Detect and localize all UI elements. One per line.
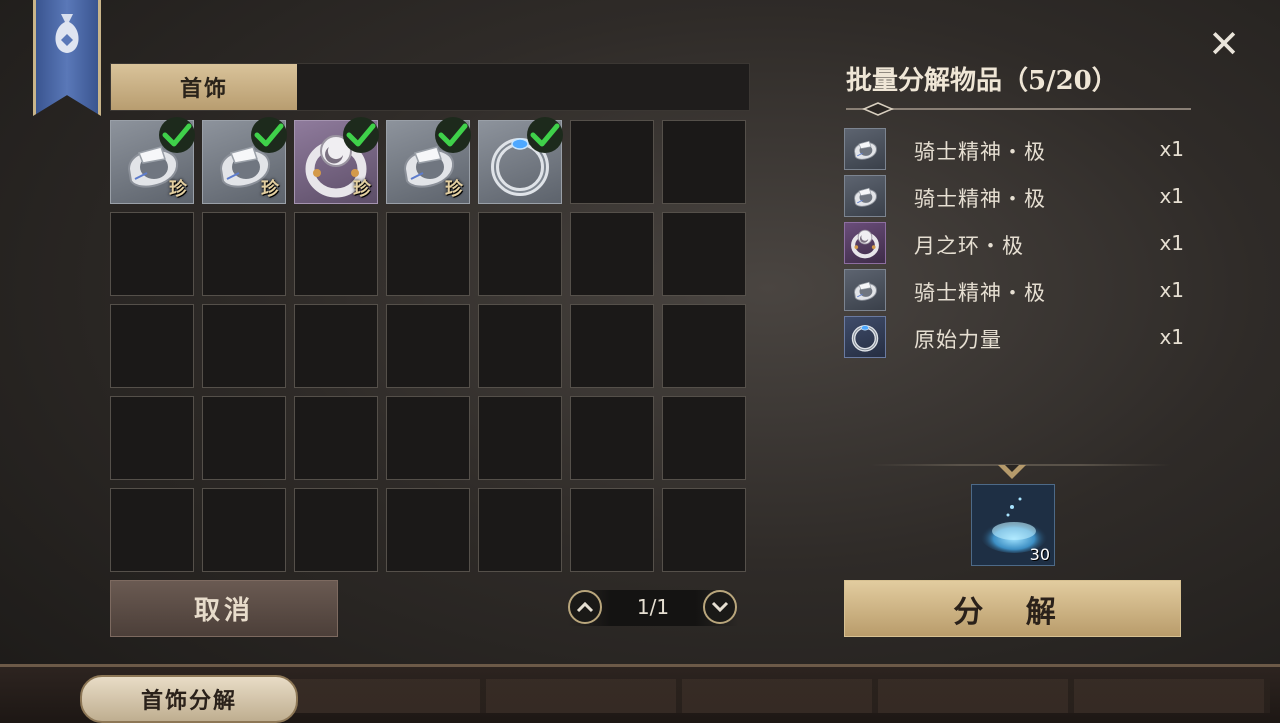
empty-slot[interactable]	[202, 488, 286, 572]
knight-ring-icon	[854, 140, 877, 160]
empty-slot[interactable]	[662, 488, 746, 572]
rarity-badge: 珍	[445, 179, 463, 200]
page-pager: 1/1	[568, 590, 738, 626]
empty-slot[interactable]	[478, 488, 562, 572]
empty-slot[interactable]	[570, 488, 654, 572]
item-quantity: x1	[1159, 137, 1184, 161]
item-name: 原始力量	[914, 328, 1002, 352]
empty-slot[interactable]	[478, 396, 562, 480]
empty-slot[interactable]	[478, 304, 562, 388]
decompose-button[interactable]: 分 解	[844, 580, 1181, 637]
item-quantity: x1	[1159, 325, 1184, 349]
chevron-down-icon	[711, 601, 729, 613]
empty-slot[interactable]	[294, 396, 378, 480]
empty-slot[interactable]	[570, 304, 654, 388]
empty-slot[interactable]	[570, 212, 654, 296]
item-thumb	[844, 269, 886, 311]
page-up-button[interactable]	[568, 590, 602, 624]
bag-icon	[55, 14, 79, 53]
item-slot-5[interactable]	[478, 117, 563, 204]
item-grid: 珍珍珍珍	[110, 117, 746, 572]
item-thumb	[844, 128, 886, 170]
result-material-slot[interactable]: 30	[971, 484, 1055, 566]
batch-decompose-title: 批量分解物品（5/20）	[846, 66, 1118, 96]
knight-ring-icon	[854, 187, 877, 207]
checkmark-icon	[435, 117, 471, 153]
empty-slot[interactable]	[386, 488, 470, 572]
tab-jewelry[interactable]: 首饰	[111, 64, 297, 110]
item-quantity: x1	[1159, 231, 1184, 255]
empty-slot[interactable]	[570, 120, 654, 204]
empty-slot[interactable]	[110, 396, 194, 480]
item-slot-1[interactable]: 珍	[110, 117, 195, 204]
empty-slot[interactable]	[202, 212, 286, 296]
item-thumb	[844, 175, 886, 217]
rarity-badge: 珍	[169, 179, 187, 200]
close-button[interactable]: ✕	[1204, 24, 1244, 64]
empty-slot[interactable]	[202, 304, 286, 388]
item-quantity: x1	[1159, 278, 1184, 302]
item-quantity: x1	[1159, 184, 1184, 208]
empty-slot[interactable]	[478, 212, 562, 296]
empty-slot[interactable]	[294, 488, 378, 572]
footer-ornament	[290, 679, 1270, 713]
list-item: 月之环・极 x1	[844, 222, 1184, 269]
checkmark-icon	[251, 117, 287, 153]
title-divider	[846, 102, 1191, 116]
cancel-button[interactable]: 取消	[110, 580, 338, 637]
moon-ring-icon	[851, 229, 879, 259]
knight-ring-icon	[854, 281, 877, 301]
list-item: 骑士精神・极 x1	[844, 128, 1184, 175]
chevron-up-icon	[576, 601, 594, 613]
item-slot-2[interactable]: 珍	[202, 117, 287, 204]
checkmark-icon	[527, 117, 563, 153]
empty-slot[interactable]	[110, 212, 194, 296]
empty-slot[interactable]	[662, 212, 746, 296]
checkmark-icon	[343, 117, 379, 153]
empty-slot[interactable]	[386, 396, 470, 480]
empty-slot[interactable]	[294, 212, 378, 296]
rarity-badge: 珍	[353, 179, 371, 200]
page-indicator: 1/1	[636, 595, 670, 619]
empty-slot[interactable]	[110, 304, 194, 388]
result-count: 30	[1029, 545, 1050, 564]
page-down-button[interactable]	[703, 590, 737, 624]
decompose-item-list: 骑士精神・极 x1 骑士精神・极 x1 月之环・极 x1 骑士精神・极 x1 原始力量 x1	[844, 128, 1184, 363]
item-name: 月之环・极	[914, 234, 1024, 258]
empty-slot[interactable]	[386, 212, 470, 296]
empty-slot[interactable]	[110, 488, 194, 572]
empty-slot[interactable]	[662, 120, 746, 204]
item-name: 骑士精神・极	[914, 187, 1046, 211]
arrow-down-icon	[998, 465, 1026, 479]
checkmark-icon	[159, 117, 195, 153]
list-item: 骑士精神・极 x1	[844, 269, 1184, 316]
item-slot-3[interactable]: 珍	[294, 117, 379, 204]
sapphire-ring-icon	[851, 325, 879, 352]
category-tab-strip: 首饰	[110, 63, 750, 111]
empty-slot[interactable]	[662, 304, 746, 388]
tab-jewelry-decompose[interactable]: 首饰分解	[80, 675, 298, 723]
rarity-badge: 珍	[261, 179, 279, 200]
item-name: 骑士精神・极	[914, 281, 1046, 305]
inventory-banner[interactable]	[33, 0, 101, 116]
item-thumb	[844, 222, 886, 264]
empty-slot[interactable]	[570, 396, 654, 480]
item-name: 骑士精神・极	[914, 140, 1046, 164]
empty-slot[interactable]	[386, 304, 470, 388]
item-slot-4[interactable]: 珍	[386, 117, 471, 204]
list-item: 骑士精神・极 x1	[844, 175, 1184, 222]
footer-bar: 首饰分解	[0, 664, 1280, 723]
empty-slot[interactable]	[294, 304, 378, 388]
list-item: 原始力量 x1	[844, 316, 1184, 363]
empty-slot[interactable]	[202, 396, 286, 480]
item-thumb	[844, 316, 886, 358]
empty-slot[interactable]	[662, 396, 746, 480]
